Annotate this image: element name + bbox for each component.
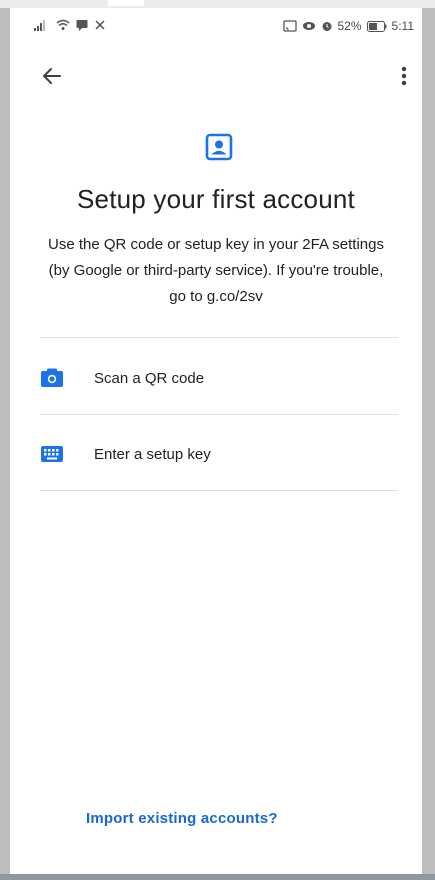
wifi-icon xyxy=(56,19,70,31)
cast-icon xyxy=(282,20,297,32)
screenshot-frame: 52% 5:11 Setup your first account Use th… xyxy=(0,0,435,880)
arrow-left-icon xyxy=(42,66,62,91)
enter-setup-key-label: Enter a setup key xyxy=(94,445,211,463)
camera-icon xyxy=(40,366,64,390)
app-bar xyxy=(10,56,422,100)
phone-screen: 52% 5:11 Setup your first account Use th… xyxy=(10,8,422,874)
scan-qr-option[interactable]: Scan a QR code xyxy=(40,340,398,416)
window-top-strip xyxy=(0,0,435,8)
status-right-icons: 52% 5:11 xyxy=(282,19,414,33)
clock-time: 5:11 xyxy=(391,19,414,33)
divider-bottom xyxy=(40,490,398,491)
divider-middle xyxy=(40,414,398,415)
page-description: Use the QR code or setup key in your 2FA… xyxy=(47,236,384,305)
keyboard-icon xyxy=(40,442,64,466)
divider-top xyxy=(40,337,398,338)
nfc-icon xyxy=(94,19,106,31)
scan-qr-label: Scan a QR code xyxy=(94,369,205,387)
enter-setup-key-option[interactable]: Enter a setup key xyxy=(40,416,398,492)
bottom-edge xyxy=(0,874,435,880)
window-tab xyxy=(108,0,144,6)
signal-icon xyxy=(34,19,50,31)
message-icon xyxy=(76,19,88,31)
more-vert-icon xyxy=(401,66,407,91)
page-title: Setup your first account xyxy=(77,184,355,214)
eye-icon xyxy=(302,20,316,32)
back-button[interactable] xyxy=(36,62,68,94)
status-bar: 52% 5:11 xyxy=(10,8,422,46)
more-options-button[interactable] xyxy=(392,62,416,94)
account-box-icon xyxy=(204,132,234,162)
alarm-icon xyxy=(321,20,333,32)
status-left-icons xyxy=(34,19,106,31)
battery-icon xyxy=(366,20,387,32)
import-accounts-link[interactable]: Import existing accounts? xyxy=(86,810,278,827)
battery-percent: 52% xyxy=(337,19,362,33)
